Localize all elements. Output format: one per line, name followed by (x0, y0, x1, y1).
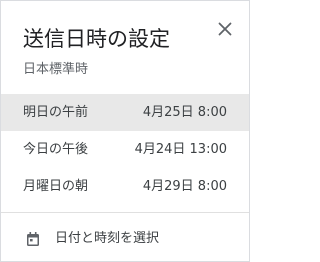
option-label: 明日の午前 (23, 105, 89, 120)
option-time: 4月24日 13:00 (134, 142, 227, 157)
option-tomorrow-morning[interactable]: 明日の午前 4月25日 8:00 (1, 94, 249, 131)
divider (1, 212, 249, 213)
option-label: 今日の午後 (23, 142, 89, 157)
option-time: 4月29日 8:00 (142, 179, 227, 194)
option-time: 4月25日 8:00 (142, 105, 227, 120)
pick-date-time-button[interactable]: 日付と時刻を選択 (1, 223, 249, 255)
option-label: 月曜日の朝 (23, 179, 89, 194)
dialog-title: 送信日時の設定 (23, 27, 170, 51)
calendar-icon (25, 231, 41, 247)
timezone-label: 日本標準時 (23, 62, 89, 77)
option-monday-morning[interactable]: 月曜日の朝 4月29日 8:00 (1, 168, 249, 205)
schedule-options-list: 明日の午前 4月25日 8:00 今日の午後 4月24日 13:00 月曜日の朝… (1, 94, 249, 205)
option-this-afternoon[interactable]: 今日の午後 4月24日 13:00 (1, 131, 249, 168)
pick-date-time-label: 日付と時刻を選択 (55, 231, 160, 246)
close-icon[interactable] (215, 19, 235, 39)
schedule-send-dialog: 送信日時の設定 日本標準時 明日の午前 4月25日 8:00 今日の午後 4月2… (0, 0, 250, 262)
